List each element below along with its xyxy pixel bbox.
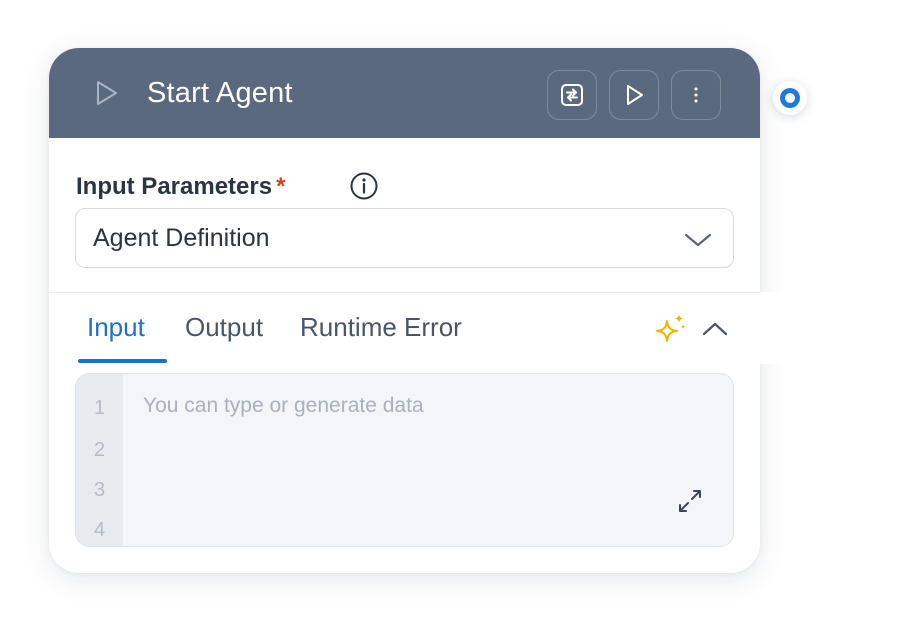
editor-placeholder: You can type or generate data	[143, 394, 424, 417]
sparkle-icon[interactable]	[652, 311, 690, 349]
input-parameters-select[interactable]: Agent Definition	[75, 208, 734, 268]
more-button[interactable]	[671, 70, 721, 120]
line-number: 4	[93, 519, 106, 541]
connector-dot-core	[785, 93, 795, 103]
canvas: Start Agent Input Parameters * Agent Def…	[0, 0, 900, 631]
select-value: Agent Definition	[93, 224, 270, 252]
chevron-down-icon	[684, 233, 712, 247]
more-vertical-icon	[694, 87, 698, 103]
line-number-gutter: 1 2 3 4	[76, 374, 123, 546]
chevron-up-icon	[702, 322, 728, 336]
run-button[interactable]	[609, 70, 659, 120]
tab-bar-extension	[760, 292, 800, 364]
swap-icon	[561, 84, 583, 106]
active-tab-indicator	[78, 359, 167, 363]
swap-button[interactable]	[547, 70, 597, 120]
connector-dot-inner	[780, 88, 800, 108]
input-editor[interactable]: 1 2 3 4 You can type or generate data	[75, 373, 734, 547]
tab-output[interactable]: Output	[185, 310, 263, 344]
start-agent-node[interactable]: Start Agent Input Parameters * Agent Def…	[49, 48, 760, 573]
line-number: 2	[93, 439, 106, 461]
play-icon	[627, 85, 643, 105]
info-icon[interactable]	[349, 171, 379, 201]
input-parameters-label: Input Parameters *	[76, 172, 285, 202]
tab-runtime-error[interactable]: Runtime Error	[300, 310, 462, 344]
input-parameters-label-text: Input Parameters	[76, 173, 273, 200]
play-outline-icon	[97, 81, 117, 105]
line-number: 1	[93, 397, 106, 419]
line-number: 3	[93, 479, 106, 501]
node-title: Start Agent	[147, 77, 293, 109]
expand-icon[interactable]	[675, 486, 705, 516]
output-connector-handle[interactable]	[773, 81, 807, 115]
node-header[interactable]: Start Agent	[49, 48, 760, 138]
tab-input[interactable]: Input	[87, 310, 145, 344]
section-divider	[49, 292, 760, 293]
required-marker: *	[276, 173, 286, 200]
